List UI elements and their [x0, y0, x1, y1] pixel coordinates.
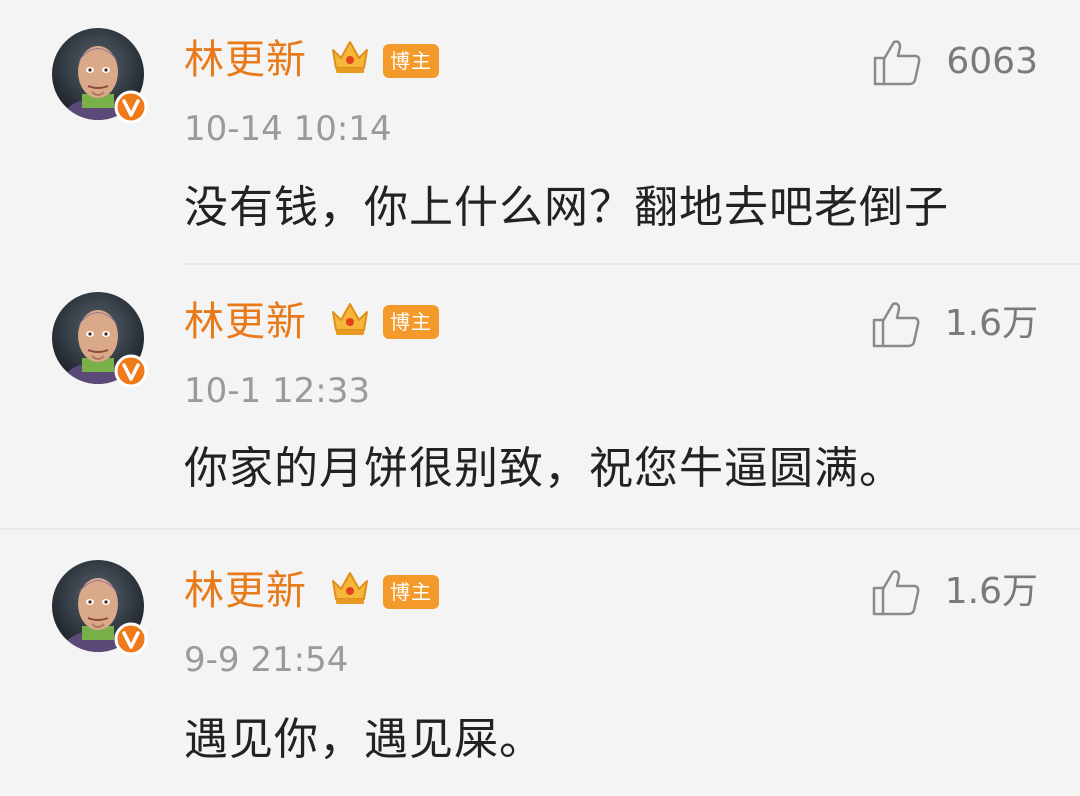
verified-icon	[114, 622, 148, 656]
thumbs-up-icon	[872, 570, 920, 616]
username[interactable]: 林更新	[184, 571, 307, 611]
avatar[interactable]	[52, 560, 148, 656]
timestamp: 9-9 21:54	[184, 640, 349, 680]
comment-text: 遇见你，遇见屎。	[184, 714, 544, 765]
comment-list: 林更新 博主 6063 10-14 10:14 没有钱，你上什么网？翻地去吧老倒…	[0, 0, 1080, 796]
blogger-badge: 博主	[383, 575, 439, 609]
comment-item: 林更新 博主 1.6万 9-9 21:54 遇见你，遇见屎。	[0, 0, 1080, 796]
like-button[interactable]: 1.6万	[871, 568, 1038, 616]
crown-icon	[332, 572, 368, 604]
like-count: 1.6万	[944, 571, 1038, 612]
